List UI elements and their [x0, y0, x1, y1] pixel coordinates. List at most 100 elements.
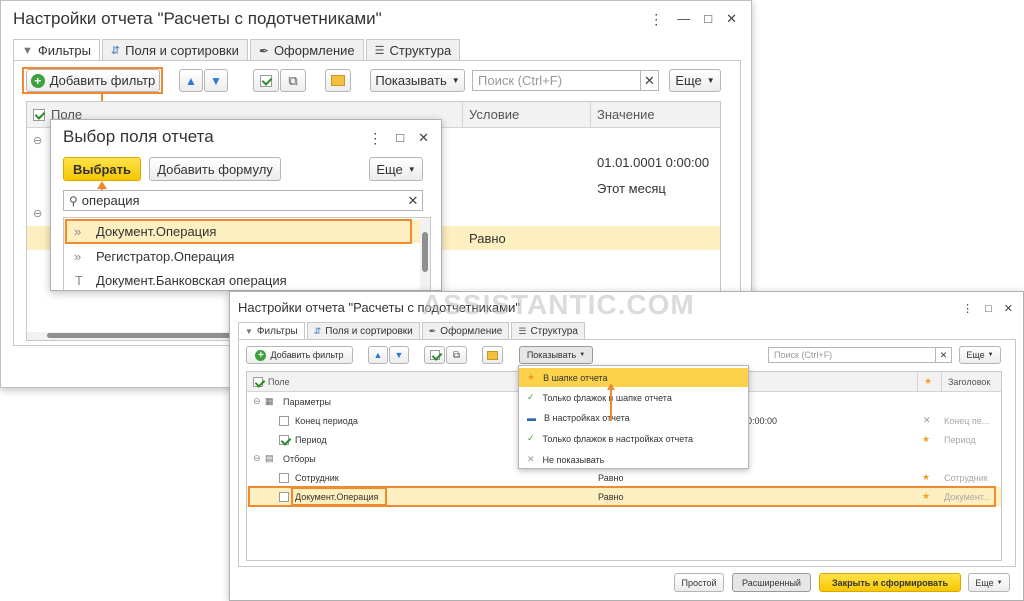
button-label: Добавить формулу	[157, 161, 273, 177]
tab-design[interactable]: ✒ Оформление	[249, 39, 364, 61]
button-label: Показывать	[375, 73, 447, 88]
star-icon[interactable]: ★	[922, 472, 930, 483]
tab-filters[interactable]: ▼ Фильтры	[238, 322, 305, 340]
advanced-mode-button[interactable]: Расширенный	[732, 573, 811, 592]
move-up-button[interactable]: ▲	[368, 346, 388, 364]
menu-item-label: Только флажок в настройках отчета	[542, 433, 693, 444]
check-all-button[interactable]	[424, 346, 445, 364]
folder-add-icon	[331, 75, 345, 86]
tab-label: Оформление	[273, 43, 355, 58]
uncheck-all-button[interactable]: ⧉	[446, 346, 467, 364]
select-button[interactable]: Выбрать	[63, 157, 141, 181]
search-input[interactable]: ⚲ операция ✕	[63, 190, 423, 211]
row-condition: Равно	[598, 472, 624, 483]
more-button[interactable]: Еще ▼	[369, 157, 423, 181]
uncheck-all-button[interactable]: ⧉	[280, 69, 306, 92]
more-button[interactable]: Еще ▼	[669, 69, 721, 92]
add-formula-button[interactable]: Добавить формулу	[149, 157, 281, 181]
row-checkbox[interactable]	[279, 472, 289, 483]
parameters-icon: ▦	[265, 396, 274, 406]
menu-item-label: В шапке отчета	[543, 372, 608, 383]
highlight-selected-field	[65, 219, 412, 244]
collapse-icon[interactable]: ⊖	[253, 453, 261, 464]
collapse-icon[interactable]: ⊖	[33, 134, 42, 147]
tab-fields-sorting[interactable]: ⇵ Поля и сортировки	[101, 39, 248, 61]
add-group-button[interactable]	[482, 346, 503, 364]
more-dots-icon[interactable]: ⋮	[962, 301, 973, 317]
minimize-icon[interactable]: —	[677, 11, 690, 27]
clear-search-icon[interactable]: ✕	[935, 348, 951, 362]
show-dropdown-button[interactable]: Показывать ▼	[519, 346, 593, 364]
footer-more-button[interactable]: Еще ▼	[968, 573, 1010, 592]
more-button[interactable]: Еще ▼	[959, 346, 1001, 364]
star-icon[interactable]: ★	[922, 434, 930, 445]
show-dropdown-button[interactable]: Показывать ▼	[370, 69, 465, 92]
maximize-icon[interactable]: □	[704, 11, 712, 27]
check-star-icon: ✓	[527, 392, 535, 402]
more-dots-icon[interactable]: ⋮	[368, 130, 382, 146]
move-down-button[interactable]: ▼	[204, 69, 228, 92]
row-value: Этот месяц	[597, 180, 666, 196]
search-input[interactable]: Поиск (Ctrl+F) ✕	[768, 347, 952, 363]
close-and-build-button[interactable]: Закрыть и сформировать	[819, 573, 961, 592]
more-dots-icon[interactable]: ⋮	[649, 11, 663, 27]
folder-add-icon	[487, 350, 498, 360]
menu-item-do-not-show[interactable]: ✕ Не показывать	[519, 450, 748, 469]
list-item[interactable]: T Документ.Банковская операция	[64, 268, 430, 290]
menu-item-only-flag-settings[interactable]: ✓ Только флажок в настройках отчета	[519, 429, 748, 448]
highlight-row-label	[291, 487, 387, 506]
maximize-icon[interactable]: □	[396, 130, 404, 146]
tab-fields-sorting[interactable]: ⇵ Поля и сортировки	[306, 322, 420, 340]
collapse-icon[interactable]: ⊖	[253, 396, 261, 407]
table-row[interactable]: Сотрудник Равно ★ Сотрудник	[247, 468, 1001, 487]
menu-item-only-flag-header[interactable]: ✓ Только флажок в шапке отчета	[519, 388, 748, 407]
row-checkbox[interactable]	[279, 434, 289, 445]
header-checkbox-icon	[253, 376, 263, 387]
button-label: Закрыть и сформировать	[832, 577, 948, 588]
tab-filters[interactable]: ▼ Фильтры	[13, 39, 100, 61]
tab-label: Фильтры	[37, 43, 91, 58]
tab-structure[interactable]: ☰ Структура	[365, 39, 461, 61]
close-icon[interactable]: ✕	[418, 130, 429, 146]
vertical-scrollbar[interactable]	[420, 218, 430, 290]
front-settings-window: Настройки отчета "Расчеты с подотчетника…	[229, 291, 1024, 601]
close-icon[interactable]: ✕	[726, 11, 737, 27]
chevron-down-icon: ▼	[987, 352, 994, 358]
plus-circle-icon: +	[255, 349, 267, 361]
button-label: Добавить фильтр	[270, 350, 344, 360]
move-down-button[interactable]: ▼	[389, 346, 409, 364]
row-label: Параметры	[283, 396, 331, 407]
search-placeholder: Поиск (Ctrl+F)	[478, 73, 563, 88]
menu-item-in-settings[interactable]: ▬ В настройках отчета	[519, 408, 748, 427]
double-chevron-icon: »	[74, 248, 82, 264]
cross-icon[interactable]: ✕	[923, 415, 931, 426]
search-input[interactable]: Поиск (Ctrl+F) ✕	[472, 70, 659, 91]
tab-label: Структура	[389, 43, 452, 58]
chevron-down-icon: ▼	[996, 579, 1003, 586]
move-up-button[interactable]: ▲	[179, 69, 203, 92]
menu-item-label: Не показывать	[542, 454, 605, 465]
simple-mode-button[interactable]: Простой	[674, 573, 724, 592]
maximize-icon[interactable]: □	[985, 301, 992, 317]
list-item[interactable]: » Регистратор.Операция	[64, 244, 430, 268]
cross-icon: ✕	[527, 454, 535, 464]
tab-label: Оформление	[440, 326, 503, 337]
checkbox-checked-icon	[429, 350, 440, 360]
close-icon[interactable]: ✕	[1004, 301, 1013, 317]
check-gear-icon: ✓	[527, 433, 535, 443]
menu-item-in-report-header[interactable]: ★ В шапке отчета	[519, 368, 748, 387]
clear-search-icon[interactable]: ✕	[404, 191, 422, 210]
check-all-button[interactable]	[253, 69, 279, 92]
picker-title: Выбор поля отчета	[63, 127, 214, 146]
button-label: Выбрать	[72, 161, 132, 177]
tab-design[interactable]: ✒ Оформление	[421, 322, 510, 340]
add-group-button[interactable]	[325, 69, 351, 92]
tab-label: Поля и сортировки	[325, 326, 413, 337]
chevron-down-icon: ▼	[451, 76, 460, 85]
tab-structure[interactable]: ☰ Структура	[511, 322, 585, 340]
collapse-icon[interactable]: ⊖	[33, 207, 42, 220]
chevron-down-icon: ▼	[579, 352, 586, 358]
clear-search-icon[interactable]: ✕	[640, 71, 658, 90]
row-checkbox[interactable]	[279, 415, 289, 426]
add-filter-button[interactable]: + Добавить фильтр	[246, 346, 353, 364]
